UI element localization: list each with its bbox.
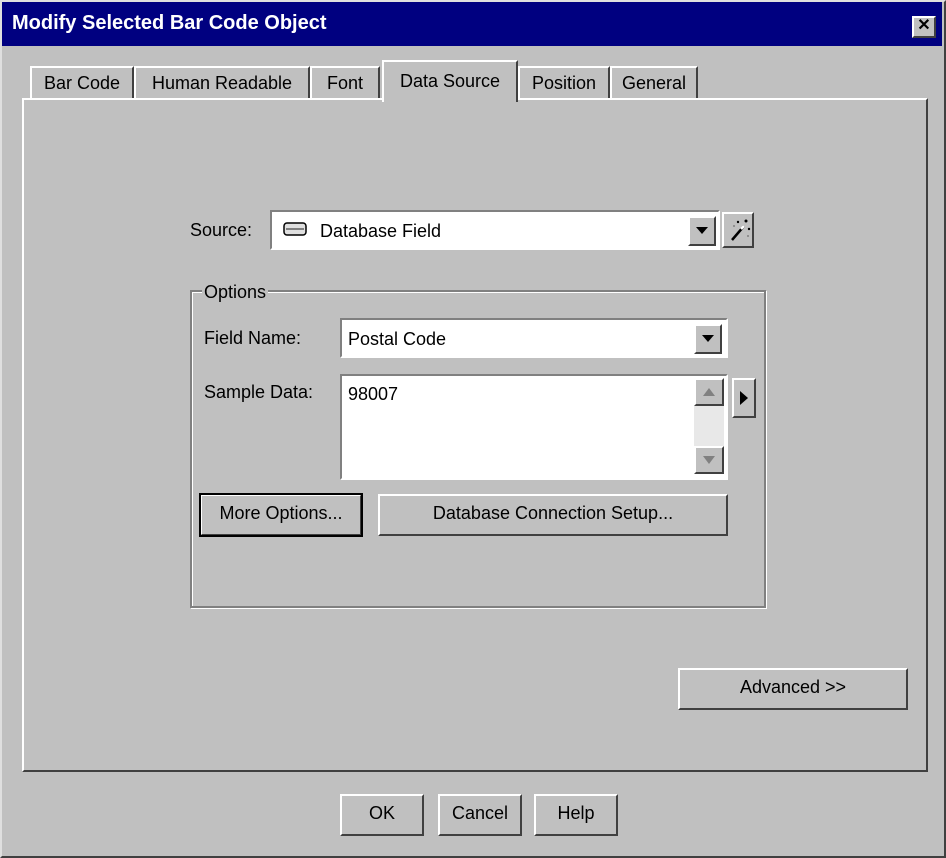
chevron-down-icon: [703, 456, 715, 464]
sample-data-scrollbar[interactable]: [694, 378, 724, 474]
source-dropdown-button[interactable]: [688, 216, 716, 246]
title-bar[interactable]: Modify Selected Bar Code Object ✕: [2, 2, 942, 46]
tab-position[interactable]: Position: [518, 66, 610, 98]
tab-human-readable[interactable]: Human Readable: [134, 66, 310, 98]
field-name-value: Postal Code: [348, 329, 447, 349]
tab-general[interactable]: General: [610, 66, 698, 98]
scroll-up-button[interactable]: [694, 378, 724, 406]
chevron-down-icon: [696, 227, 708, 234]
cancel-button[interactable]: Cancel: [438, 794, 522, 836]
source-dropdown[interactable]: Database Field: [270, 210, 720, 250]
arrow-right-icon: [740, 391, 748, 405]
more-options-button[interactable]: More Options...: [199, 493, 363, 537]
magic-wand-icon: [726, 216, 752, 249]
tab-label: Human Readable: [151, 73, 293, 93]
chevron-down-icon: [702, 335, 714, 342]
options-group-label: Options: [202, 282, 269, 303]
source-wizard-button[interactable]: [722, 212, 754, 248]
window-title: Modify Selected Bar Code Object: [12, 12, 327, 34]
chevron-up-icon: [703, 388, 715, 396]
tab-bar-code[interactable]: Bar Code: [30, 66, 134, 98]
help-button[interactable]: Help: [534, 794, 618, 836]
tab-font[interactable]: Font: [310, 66, 380, 98]
scroll-down-button[interactable]: [694, 446, 724, 474]
source-label: Source:: [190, 220, 253, 240]
close-icon: ✕: [917, 17, 931, 34]
database-field-icon: [282, 220, 310, 243]
field-name-label: Field Name:: [204, 328, 302, 348]
field-name-dropdown[interactable]: Postal Code: [340, 318, 728, 358]
tab-label: General: [621, 73, 687, 93]
close-button[interactable]: ✕: [912, 16, 936, 38]
sample-data-insert-button[interactable]: [732, 378, 756, 418]
sample-data-label: Sample Data:: [204, 382, 314, 402]
tab-data-source[interactable]: Data Source: [382, 60, 518, 102]
tab-label: Position: [531, 73, 597, 93]
field-name-dropdown-button[interactable]: [694, 324, 722, 354]
advanced-button[interactable]: Advanced >>: [678, 668, 908, 710]
database-connection-setup-button[interactable]: Database Connection Setup...: [378, 494, 728, 536]
tab-label: Bar Code: [43, 73, 121, 93]
tab-label: Data Source: [399, 71, 501, 91]
sample-data-value: 98007: [348, 384, 399, 404]
source-value: Database Field: [320, 221, 442, 241]
ok-button[interactable]: OK: [340, 794, 424, 836]
tab-label: Font: [326, 73, 364, 93]
sample-data-textarea[interactable]: 98007: [340, 374, 728, 480]
